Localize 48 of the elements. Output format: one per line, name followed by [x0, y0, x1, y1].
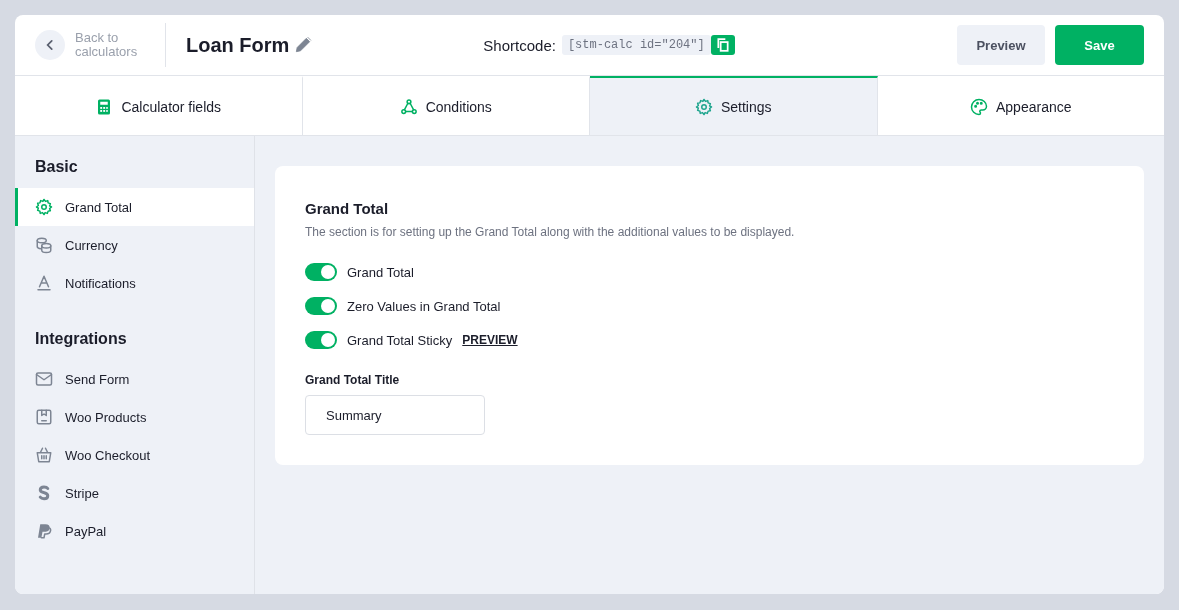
pencil-icon[interactable] [293, 35, 314, 55]
toggle-label: Grand Total [347, 264, 414, 280]
sidebar-item-label: Woo Checkout [65, 447, 151, 463]
nodes-icon [399, 97, 418, 116]
copy-icon [715, 38, 730, 52]
shortcode-text: [stm-calc id="204"] [561, 35, 711, 55]
sidebar-item-label: Send Form [65, 371, 130, 387]
sidebar-item-label: Notifications [65, 275, 136, 291]
sidebar-item-label: Woo Products [65, 409, 147, 425]
envelope-icon [35, 370, 53, 388]
preview-link[interactable]: PREVIEW [462, 333, 518, 347]
sidebar-item[interactable]: Send Form [15, 360, 254, 398]
letter-a-icon [35, 274, 53, 292]
toggle-switch[interactable] [305, 263, 337, 281]
sidebar-item-label: Stripe [65, 485, 99, 501]
preview-button[interactable]: Preview [957, 25, 1045, 65]
sidebar-heading: Basic [34, 158, 79, 176]
sidebar-item[interactable]: Stripe [15, 474, 254, 512]
section-description: The section is for setting up the Grand Total along with the additional values to be displayed. [305, 225, 796, 239]
sidebar-item[interactable]: Grand Total [15, 188, 254, 226]
title-input[interactable]: Summary [305, 395, 485, 435]
page-title: Loan Form [186, 33, 290, 57]
p-logo-icon [35, 522, 53, 540]
sidebar-item-label: Currency [65, 237, 118, 253]
sidebar-item-label: PayPal [65, 523, 107, 539]
sidebar-item[interactable]: Woo Products [15, 398, 254, 436]
sidebar-item[interactable]: Notifications [15, 264, 254, 302]
tab[interactable]: Settings [590, 76, 878, 135]
toggle-label: Grand Total Sticky [347, 332, 453, 348]
toggle-switch[interactable] [305, 331, 337, 349]
coins-icon [35, 236, 53, 254]
palette-icon [970, 97, 988, 116]
toggle-switch[interactable] [305, 297, 337, 315]
gear-icon [694, 97, 713, 116]
sidebar-heading: Integrations [34, 330, 128, 348]
field-label: Grand Total Title [305, 373, 401, 387]
toggle-label: Zero Values in Grand Total [347, 298, 501, 314]
gear-icon [35, 198, 53, 216]
sidebar-item[interactable]: PayPal [15, 512, 254, 550]
sidebar-item[interactable]: Currency [15, 226, 254, 264]
shortcode-label: Shortcode: [483, 36, 556, 54]
product-box-icon [35, 408, 53, 426]
copy-button[interactable] [710, 35, 735, 55]
sidebar-item-label: Grand Total [65, 199, 132, 215]
back-button[interactable] [35, 30, 65, 60]
sidebar-item[interactable]: Woo Checkout [15, 436, 254, 474]
basket-icon [35, 446, 53, 464]
section-title: Grand Total [305, 200, 390, 217]
